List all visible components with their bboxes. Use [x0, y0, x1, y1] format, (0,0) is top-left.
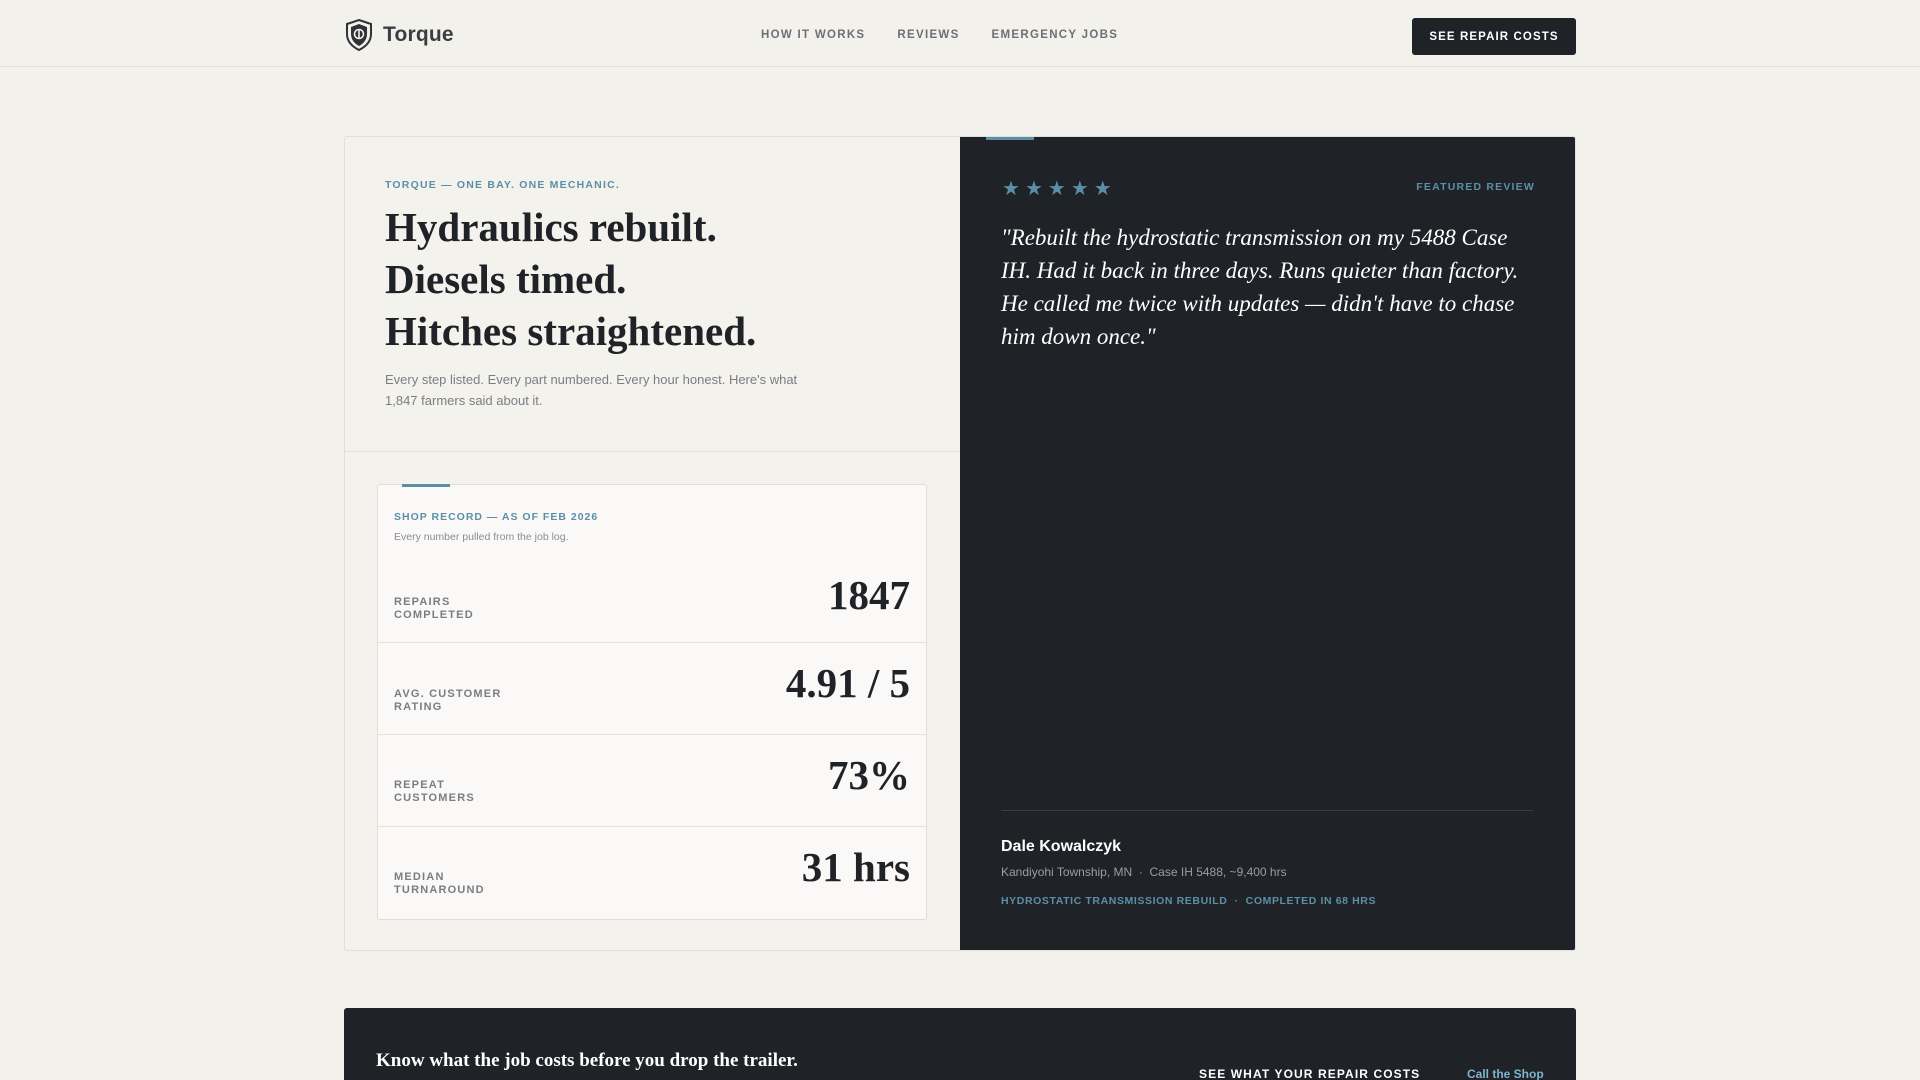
see-repair-cost-link[interactable]: SEE WHAT YOUR REPAIR COSTS [1199, 1067, 1420, 1080]
nav-how-it-works[interactable]: HOW IT WORKS [761, 29, 865, 41]
see-repair-costs-button[interactable]: SEE REPAIR COSTS [1412, 18, 1576, 55]
hero-headline: Hydraulics rebuilt. Diesels timed. Hitch… [385, 201, 945, 357]
star-icon: ★ [1024, 178, 1043, 200]
call-shop-link[interactable]: Call the Shop [1467, 1067, 1544, 1080]
brand-logo[interactable]: Torque [345, 19, 454, 51]
stat-value: 31 hrs [801, 844, 910, 890]
stat-value: 73% [828, 752, 910, 798]
stat-label: REPAIRS COMPLETED [394, 596, 474, 621]
stat-row-repairs: REPAIRS COMPLETED 1847 [378, 551, 926, 643]
featured-review-panel: ★ ★ ★ ★ ★ FEATURED REVIEW "Rebuilt the h… [960, 137, 1575, 950]
review-author: Dale Kowalczyk [1001, 838, 1122, 855]
stat-row-turnaround: MEDIAN TURNAROUND 31 hrs [378, 827, 926, 919]
hero-subtext: Every step listed. Every part numbered. … [385, 372, 798, 408]
hero-card: TORQUE — ONE BAY. ONE MECHANIC. Hydrauli… [344, 136, 1576, 951]
hero-eyebrow: TORQUE — ONE BAY. ONE MECHANIC. [385, 179, 620, 191]
main-nav: HOW IT WORKS REVIEWS EMERGENCY JOBS [761, 29, 1118, 41]
headline-line-3: Hitches straightened. [385, 308, 757, 354]
nav-reviews[interactable]: REVIEWS [897, 29, 959, 41]
cta-message: Know what the job costs before you drop … [376, 1050, 798, 1071]
stat-value: 4.91 / 5 [785, 660, 910, 706]
record-accent-tab [402, 484, 450, 487]
review-divider [1001, 810, 1533, 811]
headline-line-1: Hydraulics rebuilt. [385, 204, 717, 250]
record-note: Every number pulled from the job log. [394, 531, 569, 543]
stat-label: REPEAT CUSTOMERS [394, 779, 475, 804]
review-tags: HYDROSTATIC TRANSMISSION REBUILD · COMPL… [1001, 895, 1377, 907]
cost-cta-banner: Know what the job costs before you drop … [344, 1008, 1576, 1080]
shop-record-card: SHOP RECORD — AS OF FEB 2026 Every numbe… [377, 484, 927, 920]
stat-row-repeat: REPEAT CUSTOMERS 73% [378, 735, 926, 827]
star-icon: ★ [1093, 178, 1112, 200]
stat-row-rating: AVG. CUSTOMER RATING 4.91 / 5 [378, 643, 926, 735]
hero-intro: TORQUE — ONE BAY. ONE MECHANIC. Hydrauli… [345, 137, 960, 452]
star-icon: ★ [1070, 178, 1089, 200]
top-navigation: Torque HOW IT WORKS REVIEWS EMERGENCY JO… [0, 0, 1920, 67]
stat-label: MEDIAN TURNAROUND [394, 871, 485, 896]
hero-left-panel: TORQUE — ONE BAY. ONE MECHANIC. Hydrauli… [345, 137, 960, 950]
review-accent-tab [986, 137, 1034, 140]
star-icon: ★ [1047, 178, 1066, 200]
rating-stars: ★ ★ ★ ★ ★ [1002, 179, 1112, 199]
nav-emergency-jobs[interactable]: EMERGENCY JOBS [992, 29, 1119, 41]
stat-label: AVG. CUSTOMER RATING [394, 688, 502, 713]
featured-review-label: FEATURED REVIEW [1416, 181, 1535, 193]
star-icon: ★ [1002, 178, 1020, 200]
brand-name: Torque [383, 23, 454, 46]
stat-value: 1847 [828, 572, 910, 618]
record-title: SHOP RECORD — AS OF FEB 2026 [394, 511, 599, 523]
review-meta: Kandiyohi Township, MN · Case IH 5488, ~… [1001, 865, 1287, 879]
headline-line-2: Diesels timed. [385, 256, 627, 302]
review-quote: "Rebuilt the hydrostatic transmission on… [1001, 225, 1519, 349]
shield-icon [346, 19, 372, 51]
